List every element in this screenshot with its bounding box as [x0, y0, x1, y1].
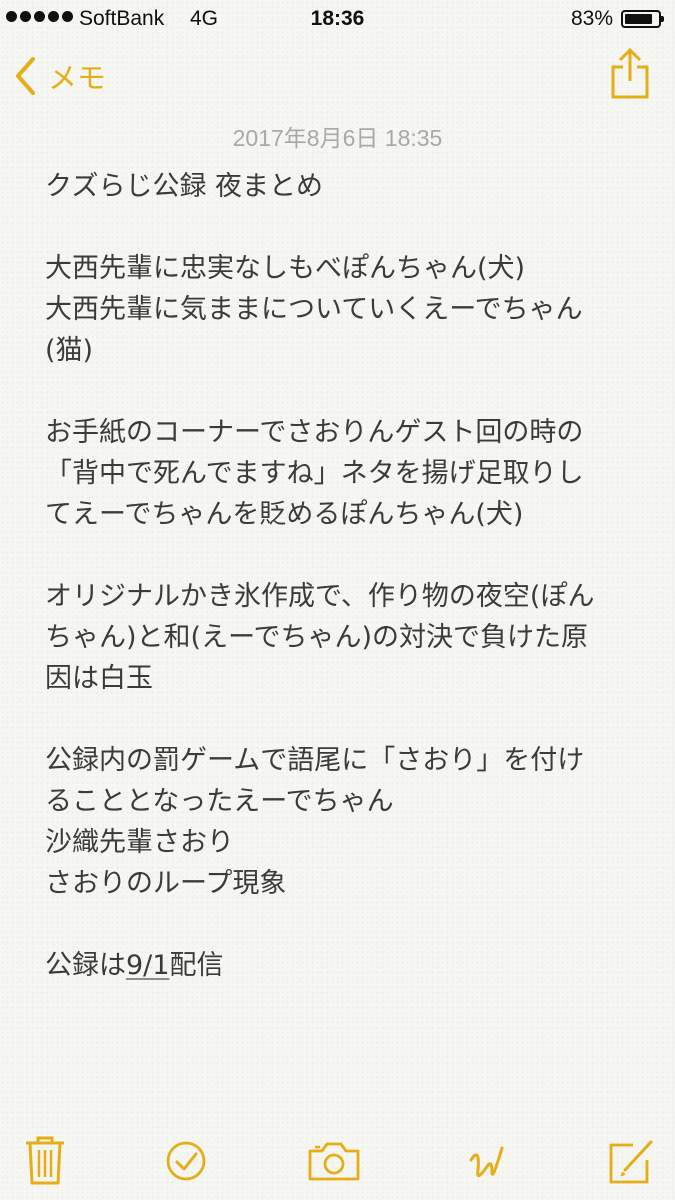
- note-line: 大西先輩に気ままについていくえーでちゃん: [45, 294, 583, 325]
- broadcast-suffix: 配信: [169, 950, 224, 981]
- sketch-button[interactable]: [458, 1134, 514, 1190]
- sketch-icon: [469, 1146, 504, 1177]
- status-bar: SoftBank 4G 18:36 83%: [0, 0, 675, 40]
- share-button[interactable]: [606, 47, 654, 100]
- note-blank-line: [45, 207, 645, 248]
- compose-button[interactable]: [603, 1134, 659, 1190]
- battery-icon: [621, 10, 664, 28]
- trash-icon: [26, 1136, 64, 1185]
- note-blank-line: [45, 699, 645, 740]
- note-blank-line: [45, 535, 645, 576]
- note-line: 大西先輩に忠実なしもべぽんちゃん(犬): [45, 253, 526, 284]
- date-link[interactable]: 9/1: [126, 950, 169, 981]
- note-line: オリジナルかき氷作成で、作り物の夜空(ぽん: [45, 581, 595, 612]
- camera-icon: [308, 1142, 360, 1181]
- note-line: お手紙のコーナーでさおりんゲスト回の時の: [45, 417, 584, 448]
- note-line: さおりのループ現象: [45, 868, 287, 899]
- note-line: クズらじ公録 夜まとめ: [45, 171, 324, 202]
- navigation-bar: メモ: [0, 40, 675, 115]
- checklist-icon: [166, 1141, 206, 1181]
- note-blank-line: [45, 904, 645, 945]
- bottom-toolbar: [0, 1130, 675, 1200]
- note-line: 「背中で死んでますね」ネタを揚げ足取りし: [45, 458, 584, 489]
- note-line: ちゃん)と和(えーでちゃん)の対決で負けた原: [45, 622, 588, 653]
- note-line: ることとなったえーでちゃん: [45, 786, 394, 817]
- share-icon: [611, 47, 649, 99]
- note-blank-line: [45, 371, 645, 412]
- checklist-button[interactable]: [158, 1134, 214, 1190]
- note-line: 沙織先輩さおり: [45, 827, 234, 858]
- broadcast-prefix: 公録は: [45, 950, 126, 981]
- chevron-left-icon: [16, 57, 35, 95]
- battery-percent: 83%: [571, 7, 614, 30]
- compose-icon: [609, 1140, 653, 1184]
- note-line: (猫): [45, 335, 94, 366]
- note-line: 公録内の罰ゲームで語尾に「さおり」を付け: [45, 745, 585, 776]
- note-line: 因は白玉: [45, 663, 153, 694]
- back-label: メモ: [48, 63, 107, 95]
- battery-level-fill: [625, 14, 652, 24]
- note-body[interactable]: クズらじ公録 夜まとめ 大西先輩に忠実なしもべぽんちゃん(犬) 大西先輩に気まま…: [45, 166, 645, 986]
- note-date: 2017年8月6日 18:35: [232, 125, 443, 151]
- back-button[interactable]: メモ: [14, 54, 106, 98]
- note-line: てえーでちゃんを貶めるぽんちゃん(犬): [45, 499, 524, 530]
- camera-button[interactable]: [306, 1134, 362, 1190]
- note-line-broadcast: 公録は9/1配信: [45, 945, 645, 986]
- delete-button[interactable]: [17, 1134, 73, 1190]
